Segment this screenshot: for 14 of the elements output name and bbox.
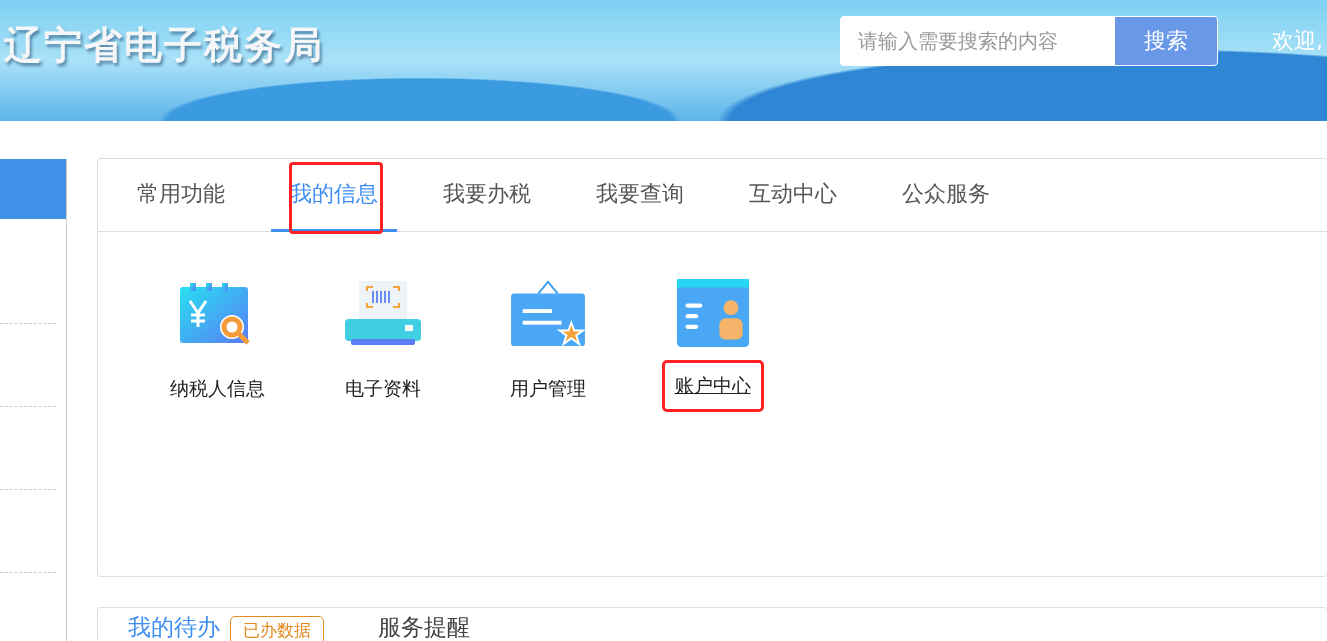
welcome-text: 欢迎, bbox=[1272, 27, 1323, 55]
count-badge: 已办数据 bbox=[230, 616, 324, 641]
printer-barcode-icon bbox=[342, 278, 423, 348]
function-link[interactable]: 纳税人信息 bbox=[166, 374, 269, 404]
panel-tab[interactable]: 服务提醒 bbox=[378, 612, 470, 641]
tab[interactable]: 公众服务 bbox=[883, 159, 1009, 232]
tab[interactable]: 常用功能 bbox=[118, 159, 244, 232]
function-link[interactable]: 电子资料 bbox=[340, 374, 425, 404]
site-title: 辽宁省电子税务局 bbox=[4, 22, 324, 69]
tab[interactable]: 我要查询 bbox=[577, 159, 703, 232]
function-link[interactable]: 用户管理 bbox=[505, 374, 590, 404]
tab[interactable]: 互动中心 bbox=[730, 159, 856, 232]
tab[interactable]: 我要办税 bbox=[424, 159, 550, 232]
function-link[interactable]: 账户中心 bbox=[661, 360, 764, 412]
